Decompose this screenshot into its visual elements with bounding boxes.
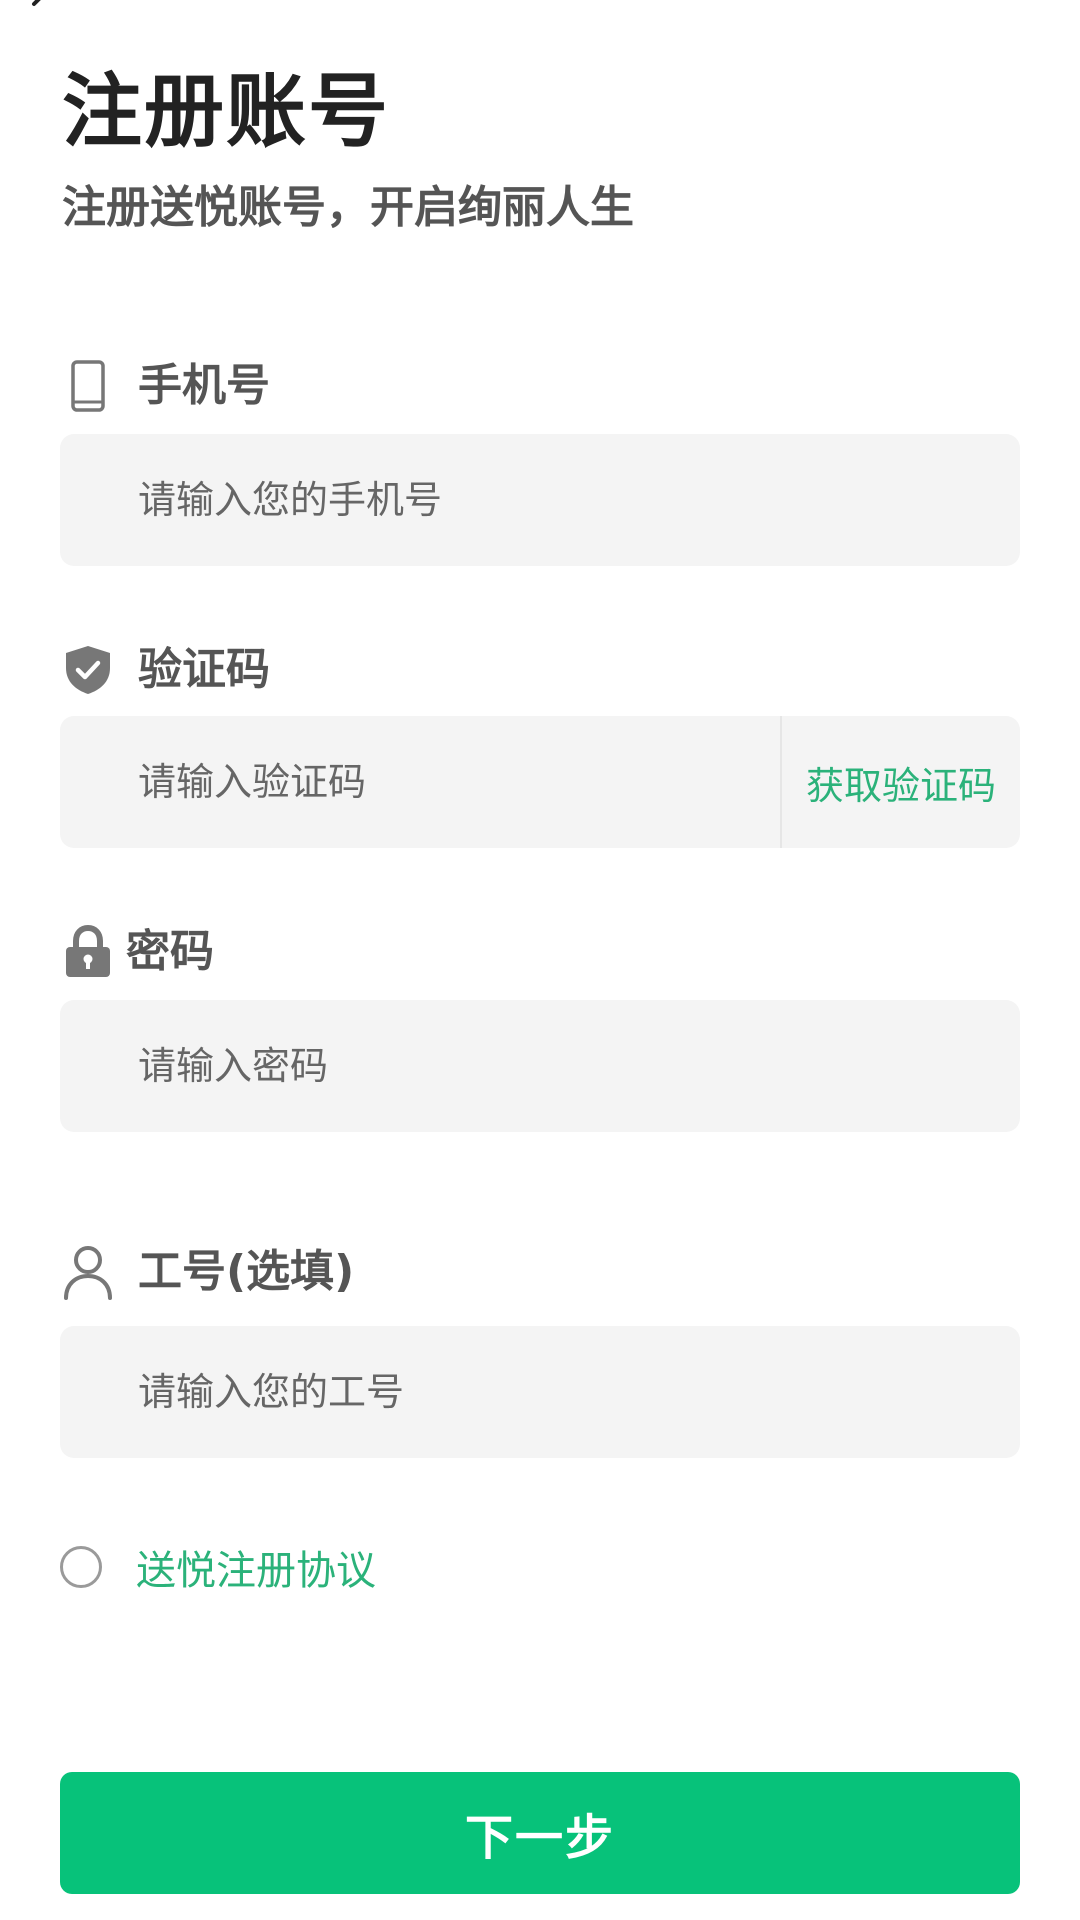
- password-label-text: 密码: [126, 926, 214, 977]
- code-input-box: 获取验证码: [60, 715, 1020, 849]
- page-title: 注册账号: [62, 65, 390, 158]
- phone-input-box: [60, 433, 1020, 567]
- password-label: 密码: [62, 920, 214, 984]
- phone-label: 手机号: [62, 354, 270, 418]
- lock-icon: [62, 925, 114, 978]
- code-label-text: 验证码: [138, 644, 270, 695]
- employee-id-input[interactable]: [136, 1325, 1020, 1459]
- back-arrow-icon[interactable]: [22, 0, 62, 26]
- employee-id-label-text: 工号(选填): [138, 1246, 355, 1297]
- next-button[interactable]: 下一步: [60, 1772, 1020, 1894]
- phone-input[interactable]: [136, 433, 1020, 567]
- agreement-radio[interactable]: [60, 1546, 102, 1588]
- page-subtitle: 注册送悦账号，开启绚丽人生: [62, 182, 634, 233]
- get-code-button[interactable]: 获取验证码: [782, 755, 1020, 810]
- phone-icon: [62, 360, 114, 412]
- employee-id-input-box: [60, 1325, 1020, 1459]
- password-input[interactable]: [136, 999, 1020, 1133]
- agreement-link[interactable]: 送悦注册协议: [136, 1538, 376, 1596]
- code-input[interactable]: [136, 715, 780, 849]
- password-input-box: [60, 999, 1020, 1133]
- agreement-row: 送悦注册协议: [60, 1538, 376, 1596]
- employee-id-label: 工号(选填): [62, 1240, 354, 1304]
- user-icon: [62, 1246, 114, 1300]
- code-label: 验证码: [62, 638, 270, 702]
- register-page: 注册账号 注册送悦账号，开启绚丽人生 手机号 验证码 获取验证码: [0, 0, 1080, 1920]
- shield-check-icon: [62, 644, 114, 696]
- phone-label-text: 手机号: [138, 360, 270, 411]
